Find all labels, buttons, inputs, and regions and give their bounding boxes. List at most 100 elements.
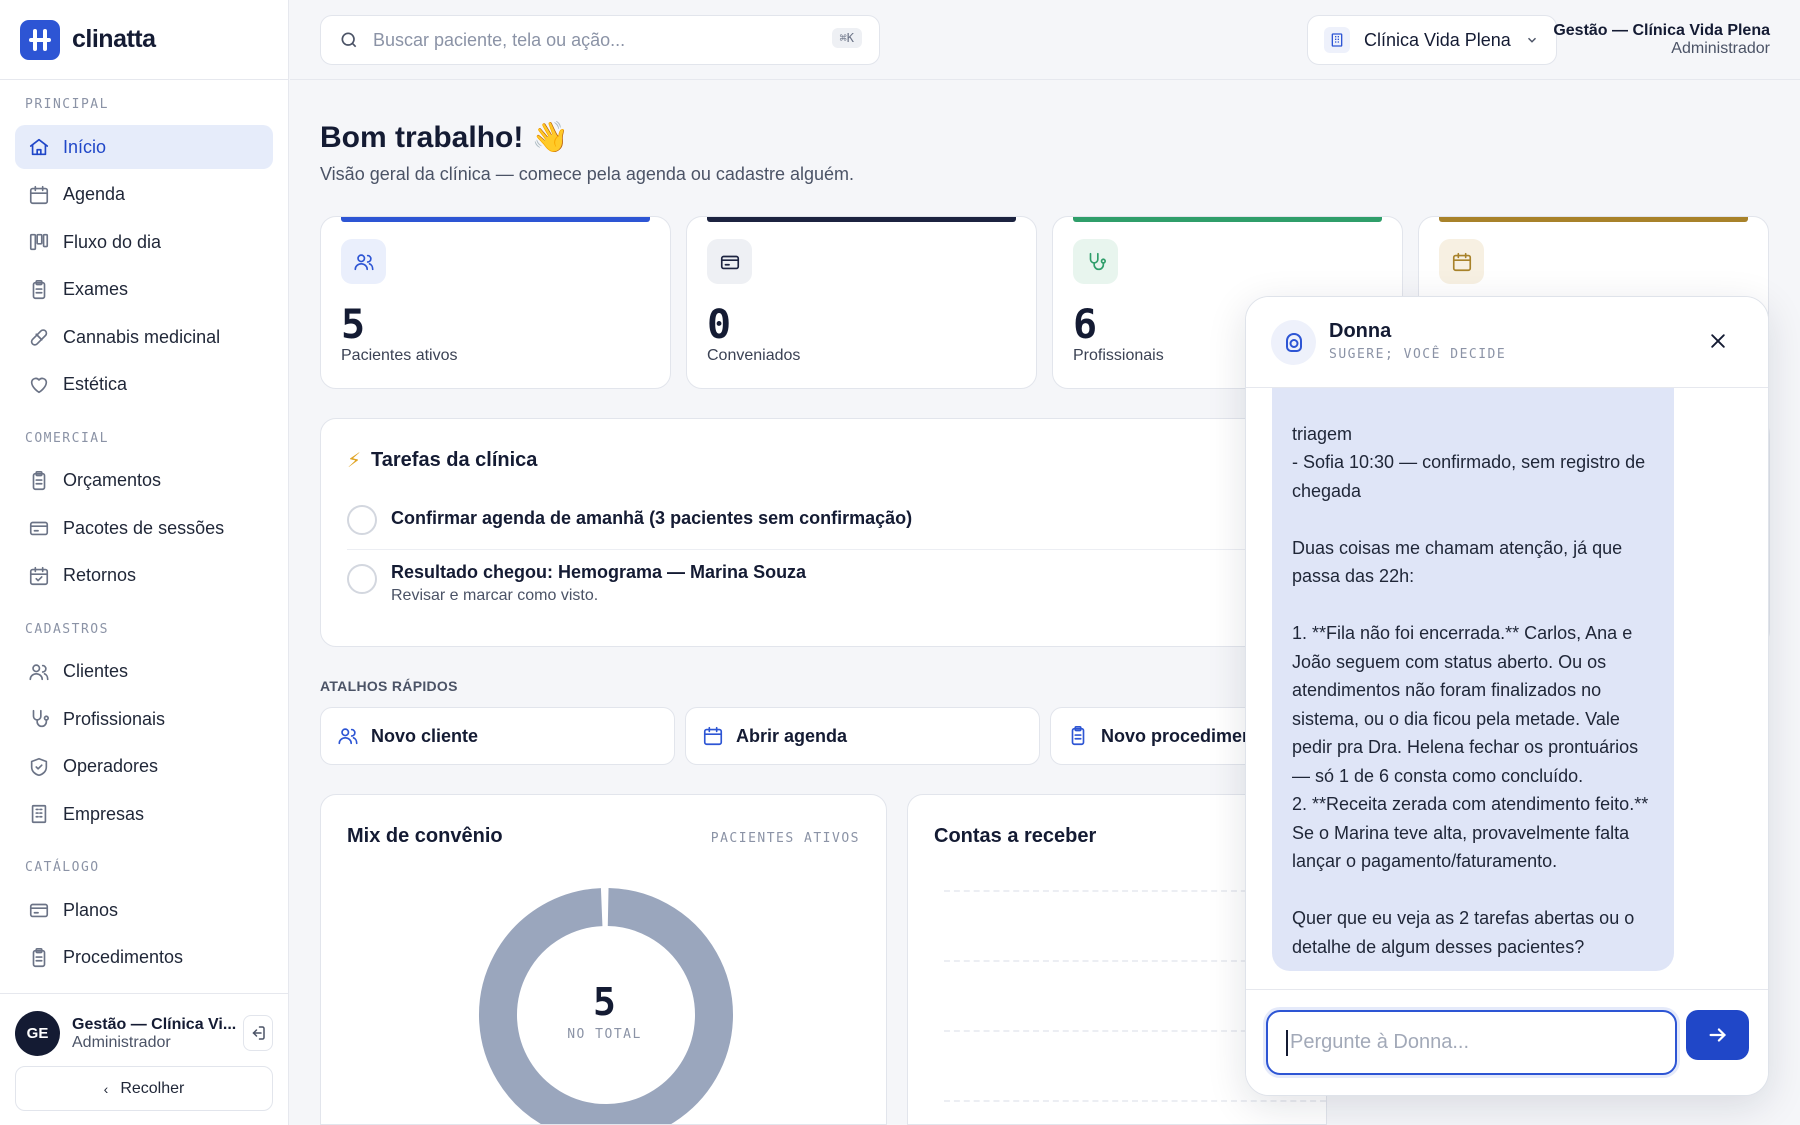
sidebar-item-label: Profissionais (63, 708, 166, 729)
brand-name: clinatta (72, 25, 156, 53)
stat-icon (341, 239, 386, 284)
clipboard-icon (1071, 726, 1085, 746)
chat-input-placeholder: Pergunte à Donna... (1290, 1031, 1470, 1053)
stethoscope-icon (32, 709, 49, 728)
sidebar-item-procedimentos[interactable]: Procedimentos (15, 936, 273, 980)
sidebar-item-tabela-de-pre-os[interactable]: Tabela de preços (15, 983, 273, 993)
sidebar-item-label: Fluxo do dia (63, 231, 162, 252)
users-icon (353, 253, 374, 270)
task-checkbox[interactable] (347, 505, 377, 535)
stat-accent-bar (707, 217, 1016, 222)
stat-value: 6 (1073, 302, 1098, 348)
collapse-button[interactable]: ‹ Recolher (15, 1066, 273, 1111)
clinic-selector-label: Clínica Vida Plena (1364, 29, 1511, 50)
chevron-left-icon: ‹ (103, 1080, 109, 1097)
clipboard-icon (32, 279, 46, 299)
send-button[interactable] (1686, 1010, 1749, 1060)
chevron-down-icon (1527, 37, 1536, 43)
sidebar-item-profissionais[interactable]: Profissionais (15, 697, 273, 741)
sidebar-item-empresas[interactable]: Empresas (15, 792, 273, 836)
sidebar-item-cannabis-medicinal[interactable]: Cannabis medicinal (15, 315, 273, 359)
chat-input[interactable]: Pergunte à Donna... (1266, 1010, 1677, 1075)
nav-section-title: CATÁLOGO (25, 860, 100, 875)
user-card[interactable]: GE Gestão — Clínica Vi... Administrador (15, 1011, 236, 1056)
page-title: Bom trabalho! 👋 (320, 121, 570, 154)
insurance-mix-card: Mix de convênio PACIENTES ATIVOS 5 NO TO… (320, 794, 887, 1125)
card-icon (29, 903, 49, 918)
search-input[interactable]: Buscar paciente, tela ou ação... ⌘K (320, 15, 880, 65)
stat-value: 5 (341, 302, 366, 348)
shortcut-button[interactable]: Abrir agenda (685, 707, 1040, 765)
sidebar-item-pacotes-de-sess-es[interactable]: Pacotes de sessões (15, 506, 273, 550)
clinic-selector[interactable]: Clínica Vida Plena (1307, 15, 1557, 65)
assistant-avatar (1271, 320, 1316, 365)
sidebar-item-exames[interactable]: Exames (15, 268, 273, 312)
calendar-icon (29, 185, 49, 204)
assistant-icon (1285, 332, 1302, 352)
assistant-subtitle: SUGERE; VOCÊ DECIDE (1329, 347, 1507, 362)
sidebar-item-or-amentos[interactable]: Orçamentos (15, 459, 273, 503)
assistant-message: triagem - Sofia 10:30 — confirmado, sem … (1272, 317, 1674, 971)
sidebar-nav: PRINCIPAL Início Agenda Fluxo do dia Exames C… (0, 80, 288, 993)
chat-footer: Pergunte à Donna... (1246, 989, 1768, 1095)
stat-value: 0 (707, 302, 732, 348)
card-title: Mix de convênio (347, 825, 503, 847)
kanban-icon (29, 233, 49, 251)
close-icon[interactable] (1708, 331, 1728, 351)
arrow-right-icon (1709, 1028, 1726, 1042)
card-tag: PACIENTES ATIVOS (710, 831, 860, 846)
sidebar-item-label: Exames (63, 279, 129, 299)
search-shortcut: ⌘K (831, 28, 862, 48)
logo-icon (20, 19, 60, 60)
shield-icon (30, 757, 48, 776)
sidebar-item-label: Planos (63, 899, 119, 920)
shortcut-button[interactable]: Novo cliente (320, 707, 675, 765)
stat-label: Pacientes ativos (341, 347, 458, 364)
assistant-chat-panel: Donna SUGERE; VOCÊ DECIDE triagem - Sofi… (1245, 296, 1769, 1096)
task-title: Resultado chegou: Hemograma — Marina Sou… (391, 562, 807, 582)
sidebar-item-label: Retornos (63, 565, 137, 585)
donut-total-label: NO TOTAL (567, 1027, 642, 1042)
sidebar-item-operadores[interactable]: Operadores (15, 745, 273, 789)
lightning-icon: ⚡ (347, 450, 362, 472)
stat-accent-bar (1073, 217, 1382, 222)
card-title: Contas a receber (934, 825, 1097, 847)
assistant-name: Donna (1329, 320, 1392, 342)
logout-button[interactable] (243, 1015, 273, 1051)
users-icon (338, 728, 358, 745)
sidebar-item-label: Clientes (63, 661, 129, 681)
page-subtitle: Visão geral da clínica — comece pela age… (320, 164, 854, 184)
sidebar-footer: GE Gestão — Clínica Vi... Administrador … (0, 993, 288, 1125)
tasks-title: Tarefas da clínica (371, 449, 538, 471)
shortcut-label: Abrir agenda (736, 725, 848, 746)
assistant-message-text: triagem - Sofia 10:30 — confirmado, sem … (1292, 423, 1649, 957)
heart-icon (30, 377, 48, 393)
sidebar-item-in-cio[interactable]: Início (15, 125, 273, 169)
clipboard-icon (32, 947, 46, 967)
task-title: Confirmar agenda de amanhã (3 pacientes … (391, 508, 913, 528)
stat-accent-bar (1439, 217, 1748, 222)
sidebar-item-label: Agenda (63, 184, 126, 204)
stat-card[interactable]: 0 Conveniados (686, 216, 1037, 389)
card-icon (29, 521, 49, 536)
account-title: Gestão — Clínica Vida Plena (1553, 22, 1770, 39)
user-role: Administrador (72, 1033, 171, 1051)
sidebar-item-label: Procedimentos (63, 947, 184, 967)
search-placeholder: Buscar paciente, tela ou ação... (373, 29, 626, 50)
brand[interactable]: clinatta (0, 0, 288, 80)
sidebar-item-fluxo-do-dia[interactable]: Fluxo do dia (15, 220, 273, 264)
sidebar-item-agenda[interactable]: Agenda (15, 173, 273, 217)
stat-label: Profissionais (1073, 347, 1164, 364)
sidebar-item-label: Pacotes de sessões (63, 517, 225, 538)
sidebar-item-est-tica[interactable]: Estética (15, 363, 273, 407)
card-icon (720, 255, 739, 269)
clipboard-icon (32, 470, 46, 490)
search-icon (341, 32, 357, 48)
task-checkbox[interactable] (347, 564, 377, 594)
sidebar-item-retornos[interactable]: Retornos (15, 554, 273, 598)
stat-card[interactable]: 5 Pacientes ativos (320, 216, 671, 389)
sidebar-item-planos[interactable]: Planos (15, 888, 273, 932)
text-caret (1286, 1029, 1288, 1056)
sidebar-item-clientes[interactable]: Clientes (15, 650, 273, 694)
pill-icon (30, 329, 48, 346)
